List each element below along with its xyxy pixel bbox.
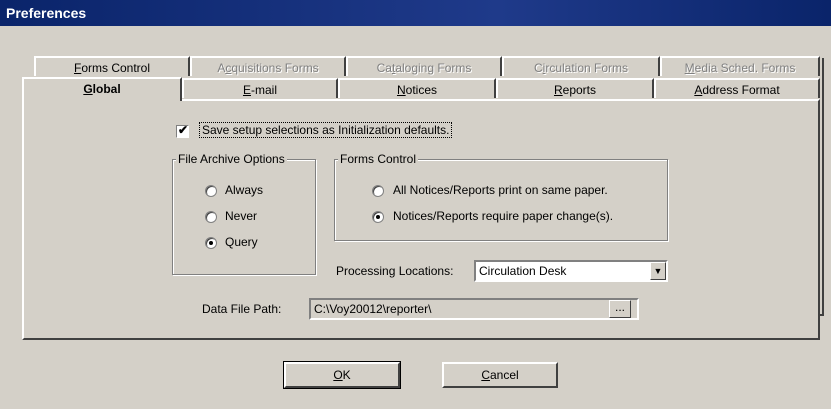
global-tab-panel: ✔ Save setup selections as Initializatio… [22, 99, 820, 340]
tab-acquisitions-forms[interactable]: Acquisitions Forms [190, 56, 346, 76]
radio-never-label[interactable]: Never [225, 209, 257, 223]
processing-locations-label: Processing Locations: [336, 264, 454, 278]
radio-always-label[interactable]: Always [225, 183, 263, 197]
radio-selected-dot [209, 241, 213, 245]
data-file-path-value: C:\Voy20012\reporter\ [314, 302, 432, 316]
tab-media-sched-forms[interactable]: Media Sched. Forms [660, 56, 820, 76]
data-file-path-label: Data File Path: [202, 302, 282, 316]
tab-forms-control[interactable]: Forms Control [34, 56, 190, 76]
tab-reports[interactable]: Reports [496, 78, 654, 98]
processing-locations-select[interactable]: Circulation Desk ▼ [474, 260, 668, 282]
window-title: Preferences [6, 5, 87, 21]
forms-control-group: Forms Control All Notices/Reports print … [334, 152, 668, 241]
radio-query[interactable] [205, 237, 217, 249]
file-archive-options-group: File Archive Options Always Never Query [172, 152, 316, 275]
title-bar[interactable]: Preferences [0, 0, 831, 26]
radio-paper-change-label[interactable]: Notices/Reports require paper change(s). [393, 209, 613, 223]
radio-selected-dot [376, 215, 380, 219]
radio-same-paper-label[interactable]: All Notices/Reports print on same paper. [393, 183, 608, 197]
tab-address-format[interactable]: Address Format [654, 78, 820, 98]
checkmark-icon: ✔ [178, 123, 189, 137]
cancel-button[interactable]: Cancel [442, 362, 558, 388]
tab-email[interactable]: E-mail [182, 78, 338, 98]
browse-button[interactable]: ... [609, 300, 631, 318]
ok-button[interactable]: OK [283, 361, 401, 389]
tab-global[interactable]: Global [22, 77, 182, 101]
radio-never[interactable] [205, 211, 217, 223]
processing-locations-value: Circulation Desk [479, 264, 567, 278]
tab-circulation-forms[interactable]: Circulation Forms [502, 56, 660, 76]
tab-cataloging-forms[interactable]: Cataloging Forms [346, 56, 502, 76]
radio-paper-change[interactable] [372, 211, 384, 223]
radio-same-paper[interactable] [372, 185, 384, 197]
preferences-dialog: Preferences Forms Control Acquisitions F… [0, 0, 831, 409]
tab-notices[interactable]: Notices [338, 78, 496, 98]
dropdown-arrow-icon[interactable]: ▼ [650, 262, 666, 280]
save-defaults-checkbox[interactable]: ✔ [176, 123, 189, 138]
radio-always[interactable] [205, 185, 217, 197]
forms-control-title: Forms Control [338, 152, 419, 166]
save-defaults-label[interactable]: Save setup selections as Initialization … [198, 122, 453, 138]
radio-query-label[interactable]: Query [225, 235, 258, 249]
data-file-path-field[interactable]: C:\Voy20012\reporter\ [309, 298, 639, 320]
file-archive-options-title: File Archive Options [176, 152, 287, 166]
